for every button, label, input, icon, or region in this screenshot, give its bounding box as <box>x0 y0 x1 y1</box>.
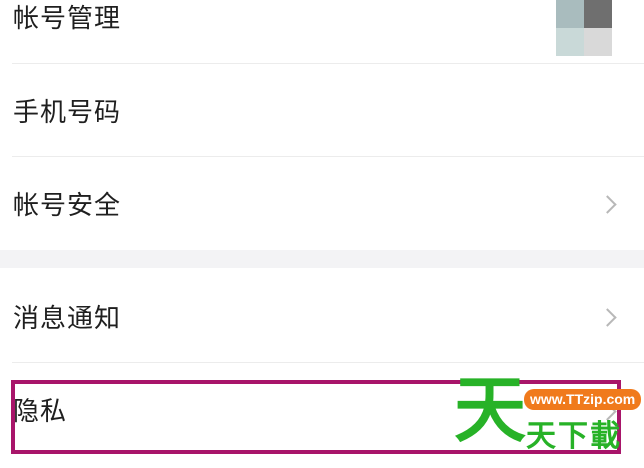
row-label-account-management: 帐号管理 <box>13 4 122 34</box>
row-message-notification[interactable]: 消息通知 <box>0 268 644 362</box>
row-account-management[interactable]: 帐号管理 <box>0 0 644 64</box>
settings-list: 帐号管理 手机号码 帐号安全 消息通知 隐私 天 www.TTzip.com 天… <box>0 0 644 468</box>
row-label-message-notification: 消息通知 <box>13 304 122 334</box>
watermark-url: www.TTzip.com <box>524 389 642 410</box>
row-account-security[interactable]: 帐号安全 <box>0 157 644 250</box>
avatar[interactable] <box>556 0 612 56</box>
section-gap <box>0 250 644 268</box>
chevron-right-icon <box>598 195 617 214</box>
watermark-big-char: 天 <box>454 368 527 452</box>
watermark-text: 天下載 <box>526 419 622 454</box>
chevron-right-icon <box>598 308 617 327</box>
watermark-logo: 天 www.TTzip.com 天下載 <box>452 374 642 468</box>
row-label-phone-number: 手机号码 <box>13 98 122 128</box>
row-label-account-security: 帐号安全 <box>13 191 122 221</box>
row-phone-number[interactable]: 手机号码 <box>0 64 644 157</box>
